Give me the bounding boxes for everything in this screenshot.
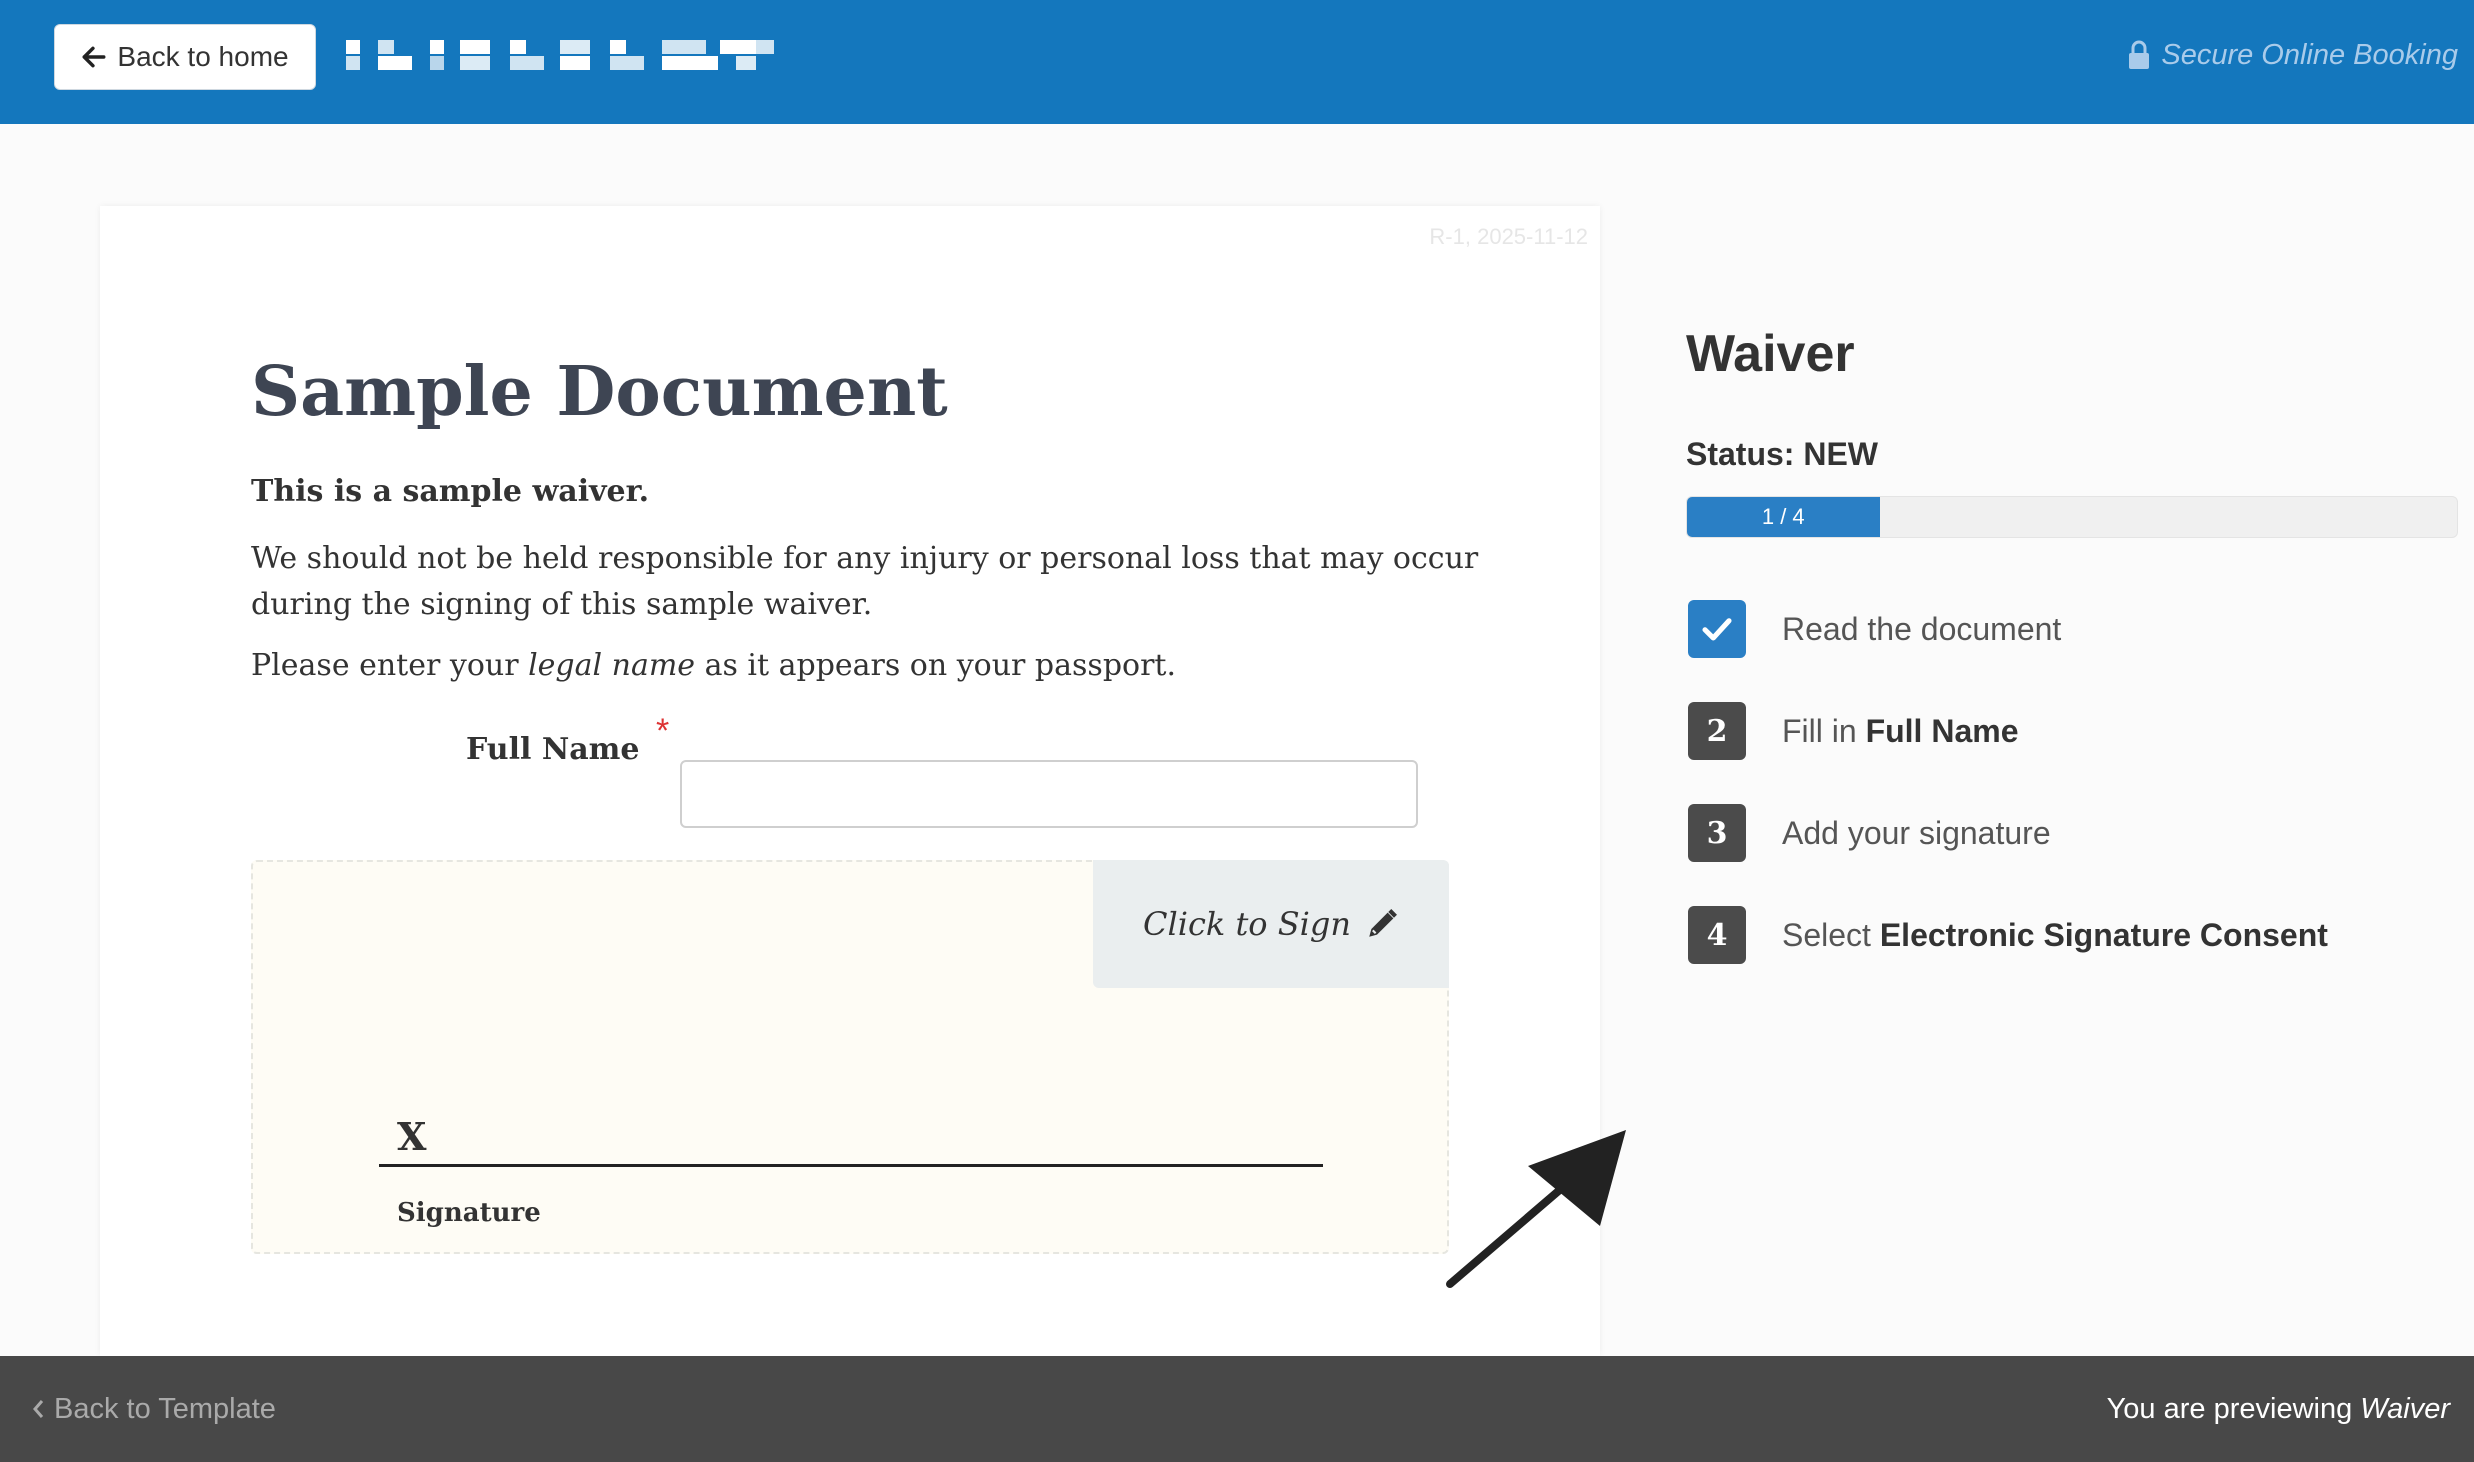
required-asterisk: * [656, 712, 670, 750]
lock-icon [2129, 40, 2150, 69]
pointer-arrow-icon [1446, 1130, 1626, 1288]
instruction-emphasis: legal name [528, 648, 696, 683]
back-to-home-button[interactable]: Back to home [54, 24, 316, 90]
instruction-text-before: Please enter your [251, 648, 529, 683]
step-add-signature: 3 Add your signature [1688, 804, 2448, 906]
secure-booking-text: Secure Online Booking [2161, 38, 2458, 71]
top-header: Back to home Secure Online Booking [0, 0, 2474, 124]
step-text: Fill in Full Name [1782, 702, 2018, 760]
step-check-badge [1688, 600, 1746, 658]
signature-x-mark: X [397, 1114, 427, 1159]
step-text-part: Read the document [1782, 611, 2062, 647]
step-text: Read the document [1782, 600, 2061, 658]
document-paragraph: We should not be held responsible for an… [251, 541, 1479, 622]
step-number-badge: 3 [1688, 804, 1746, 862]
step-text-part: Select [1782, 917, 1880, 953]
document-intro: This is a sample waiver. [251, 474, 650, 509]
step-fill-full-name: 2 Fill in Full Name [1688, 702, 2448, 804]
step-read-document: Read the document [1688, 600, 2448, 702]
steps-list: Read the document 2 Fill in Full Name 3 … [1688, 600, 2448, 1008]
pixelated-logo [346, 40, 774, 70]
signature-line [379, 1164, 1323, 1167]
arrow-left-icon [82, 46, 106, 68]
back-to-home-label: Back to home [117, 41, 289, 72]
signature-label: Signature [397, 1198, 541, 1228]
panel-title: Waiver [1686, 325, 1855, 383]
preview-prefix: You are previewing [2106, 1392, 2361, 1425]
main-area: R-1, 2025-11-12 Sample Document This is … [0, 124, 2474, 1356]
document-title: Sample Document [251, 352, 948, 432]
document-card: R-1, 2025-11-12 Sample Document This is … [100, 206, 1600, 1356]
status-text: Status: NEW [1686, 436, 1878, 472]
document-instruction: Please enter your legal name as it appea… [251, 648, 1176, 683]
preview-footer: Back to Template You are previewing Waiv… [0, 1356, 2474, 1462]
click-to-sign-label: Click to Sign [1143, 905, 1351, 943]
step-text: Add your signature [1782, 804, 2051, 862]
progress-bar: 1 / 4 [1686, 496, 2458, 538]
step-number-badge: 2 [1688, 702, 1746, 760]
back-to-template-label: Back to Template [54, 1392, 276, 1425]
pencil-icon [1369, 909, 1397, 937]
progress-text: 1 / 4 [1761, 504, 1805, 529]
full-name-label: Full Name [466, 732, 640, 767]
full-name-input[interactable] [680, 760, 1418, 828]
step-text-bold: Full Name [1865, 713, 2019, 749]
signature-box[interactable]: Click to Sign X Signature [251, 860, 1449, 1254]
click-to-sign-button[interactable]: Click to Sign [1093, 860, 1449, 988]
step-text-bold: Electronic Signature Consent [1879, 917, 2328, 953]
checkmark-icon [1702, 618, 1732, 641]
back-to-template-link[interactable]: Back to Template [30, 1386, 276, 1432]
chevron-left-icon [33, 1400, 44, 1418]
instruction-text-after: as it appears on your passport. [695, 648, 1177, 683]
step-number-badge: 4 [1688, 906, 1746, 964]
preview-notice: You are previewing Waiver [2107, 1386, 2450, 1432]
progress-fill: 1 / 4 [1687, 497, 1880, 537]
step-text-part: Fill in [1782, 713, 1866, 749]
secure-booking-label: Secure Online Booking [2127, 30, 2458, 80]
revision-label: R-1, 2025-11-12 [1429, 224, 1588, 249]
step-text-part: Add your signature [1782, 815, 2051, 851]
preview-name: Waiver [2360, 1392, 2450, 1425]
step-text: Select Electronic Signature Consent [1782, 906, 2328, 964]
step-select-consent: 4 Select Electronic Signature Consent [1688, 906, 2448, 1008]
